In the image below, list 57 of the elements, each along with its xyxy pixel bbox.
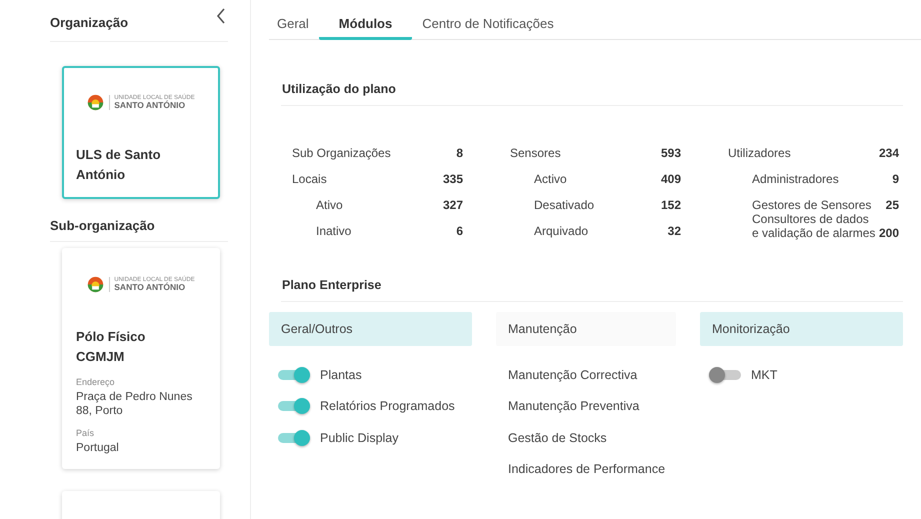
tab[interactable]: Módulos <box>318 16 412 40</box>
stat-value: 234 <box>878 146 899 160</box>
stat-label: Utilizadores <box>728 146 791 160</box>
organization-name: Pólo Físico CGMJM <box>76 328 146 366</box>
stat-value: 32 <box>668 224 681 238</box>
logo-text: SANTO ANTÓNIO <box>114 101 186 110</box>
group-header: Monitorização <box>700 312 903 346</box>
stat-label: Activo <box>533 172 567 186</box>
toggle-switch[interactable] <box>278 430 310 446</box>
logo-icon <box>87 94 104 111</box>
field-label: Endereço <box>76 377 116 387</box>
stat-label: Ativo <box>315 198 343 212</box>
stat-label: Inativo <box>315 224 352 238</box>
stat-value: 9 <box>892 172 899 186</box>
stat-value: 335 <box>442 172 463 186</box>
module-label: Indicadores de Performance <box>508 462 666 476</box>
section-title: Sub-organização <box>50 218 155 233</box>
stat-label: Locais <box>292 172 327 186</box>
module-label: MKT <box>751 368 778 382</box>
module-label: Manutenção Preventiva <box>508 399 640 414</box>
logo-icon <box>87 276 104 293</box>
stat-label: Sub Organizações <box>292 146 391 160</box>
stat-label: Arquivado <box>533 224 588 238</box>
field-value: Portugal <box>76 441 120 455</box>
stat-value: 593 <box>660 146 681 160</box>
stat-value: 8 <box>456 146 463 160</box>
tab[interactable]: Geral <box>269 16 319 40</box>
field-value: Praça de Pedro Nunes 88, Porto <box>76 390 194 418</box>
module-label: Gestão de Stocks <box>508 430 607 445</box>
stat-value: 6 <box>456 224 463 238</box>
section-title: Utilização do plano <box>281 40 903 106</box>
module-label: Relatórios Programados <box>320 399 455 414</box>
stat-value: 152 <box>660 198 681 212</box>
toggle-switch[interactable] <box>278 366 310 383</box>
field-label: País <box>76 428 96 438</box>
stat-value: 409 <box>660 172 681 186</box>
logo-text: SANTO ANTÓNIO <box>114 283 186 292</box>
toggle-switch[interactable] <box>709 366 741 383</box>
collapse-icon[interactable] <box>216 8 226 24</box>
stat-label: Desativado <box>533 198 594 212</box>
toggle-switch[interactable] <box>278 398 310 414</box>
module-label: Plantas <box>320 368 362 382</box>
tab[interactable]: Centro de Notificações <box>412 16 564 40</box>
stat-value: 327 <box>442 198 463 212</box>
stat-label: Gestores de Sensores <box>751 198 872 212</box>
stat-value: 200 <box>878 226 899 240</box>
module-label: Public Display <box>320 430 399 445</box>
stat-value: 25 <box>886 198 899 212</box>
module-label: Manutenção Correctiva <box>508 368 638 382</box>
stat-label: Administradores <box>751 172 839 186</box>
group-header: Geral/Outros <box>269 312 472 346</box>
section-title: Plano Enterprise <box>281 240 903 302</box>
section-title: Organização <box>50 15 128 30</box>
stat-label: Sensores <box>510 146 561 160</box>
stat-label: Consultores de dados e validação de alarmes <box>751 212 876 240</box>
group-header: Manutenção <box>496 312 676 346</box>
organization-name: ULS de Santo António <box>76 146 162 184</box>
